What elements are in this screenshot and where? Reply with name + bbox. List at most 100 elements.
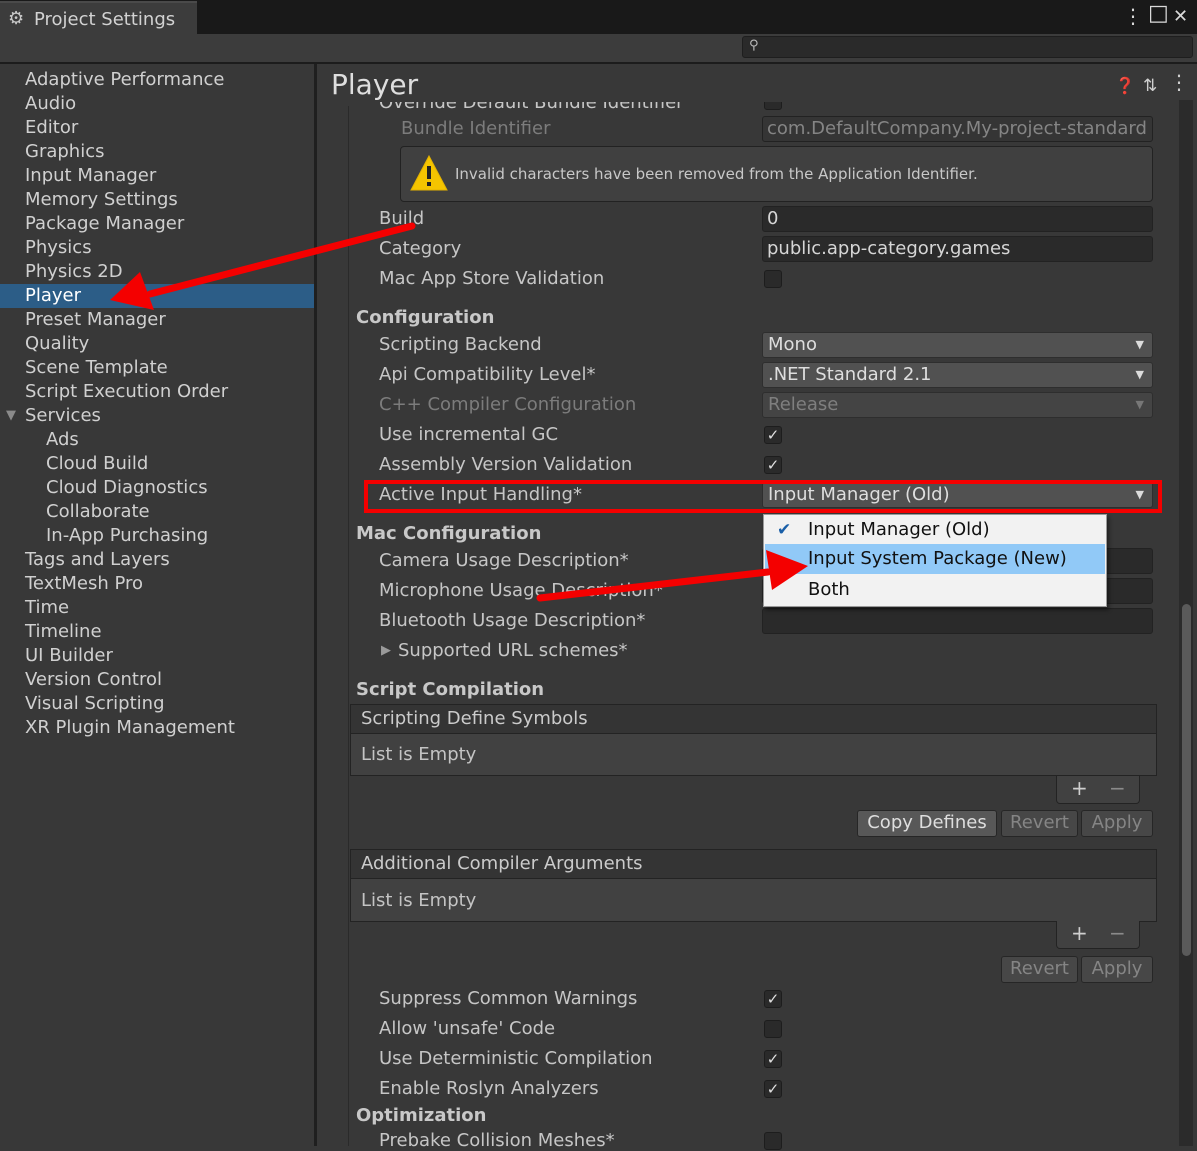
deterministic-compilation-checkbox[interactable]: ✓ [764,1050,782,1068]
sidebar-item-label: Ads [46,429,79,450]
sidebar-item-version-control[interactable]: Version Control [0,668,314,692]
cpp-compiler-label: C++ Compiler Configuration [379,394,637,415]
configuration-header: Configuration [356,307,495,328]
add-icon[interactable]: + [1071,921,1088,945]
sidebar-item-player[interactable]: Player [0,284,314,308]
api-compatibility-dropdown[interactable]: .NET Standard 2.1 ▼ [762,362,1153,388]
checkmark-icon: ✔ [777,520,792,540]
sidebar-item-services[interactable]: ▼ Services [0,404,314,428]
project-settings-tab[interactable]: ⚙ Project Settings [0,1,197,34]
assembly-validation-label: Assembly Version Validation [379,454,633,475]
popup-option-both[interactable]: Both [765,575,1105,605]
popup-option-input-system-package-new[interactable]: Input System Package (New) [765,544,1105,574]
help-icon[interactable]: ❓ [1115,76,1135,95]
sidebar-item-label: Memory Settings [25,189,178,210]
compiler-args-list-header: Additional Compiler Arguments [350,849,1157,879]
sidebar-item-script-execution-order[interactable]: Script Execution Order [0,380,314,404]
sidebar-item-ads[interactable]: Ads [0,428,314,452]
unsafe-code-label: Allow 'unsafe' Code [379,1018,556,1039]
suppress-warnings-checkbox[interactable]: ✓ [764,990,782,1008]
sidebar-item-audio[interactable]: Audio [0,92,314,116]
scrollbar-thumb[interactable] [1182,604,1191,956]
highlight-box [364,480,1162,513]
sidebar-item-collaborate[interactable]: Collaborate [0,500,314,524]
build-field[interactable]: 0 [762,206,1153,232]
maximize-icon[interactable]: □ [1148,1,1169,26]
sidebar-item-physics[interactable]: Physics [0,236,314,260]
more-options-icon[interactable]: ⋮ [1169,70,1189,94]
warning-icon [410,154,448,191]
expand-triangle-icon[interactable]: ▼ [6,404,16,428]
sidebar-item-xr-plugin-management[interactable]: XR Plugin Management [0,716,314,740]
remove-icon[interactable]: − [1109,921,1126,945]
sidebar-item-textmesh-pro[interactable]: TextMesh Pro [0,572,314,596]
category-label: Category [379,238,462,259]
sidebar-item-preset-manager[interactable]: Preset Manager [0,308,314,332]
url-schemes-foldout[interactable]: Supported URL schemes* [398,640,628,661]
incremental-gc-checkbox[interactable]: ✓ [764,426,782,444]
sidebar-item-label: Time [25,597,70,618]
sidebar-item-adaptive-performance[interactable]: Adaptive Performance [0,68,314,92]
close-icon[interactable]: ✕ [1173,6,1188,27]
copy-defines-button[interactable]: Copy Defines [857,810,997,837]
scripting-backend-dropdown[interactable]: Mono ▼ [762,332,1153,358]
sidebar-item-label: Graphics [25,141,105,162]
sidebar-item-label: Input Manager [25,165,157,186]
sidebar-item-scene-template[interactable]: Scene Template [0,356,314,380]
sidebar-item-input-manager[interactable]: Input Manager [0,164,314,188]
deterministic-compilation-label: Use Deterministic Compilation [379,1048,653,1069]
unsafe-code-checkbox[interactable] [764,1020,782,1038]
sidebar-item-in-app-purchasing[interactable]: In-App Purchasing [0,524,314,548]
script-compilation-header: Script Compilation [356,679,545,700]
popup-option-input-manager-old[interactable]: ✔ Input Manager (Old) [765,515,1105,545]
define-symbols-list-header: Scripting Define Symbols [350,704,1157,734]
microphone-usage-label: Microphone Usage Description* [379,580,663,601]
roslyn-analyzers-checkbox[interactable]: ✓ [764,1080,782,1098]
sidebar-item-label: Tags and Layers [25,549,170,570]
sidebar-item-label: Editor [25,117,79,138]
chevron-down-icon: ▼ [1135,368,1144,381]
sidebar-item-timeline[interactable]: Timeline [0,620,314,644]
sidebar-item-graphics[interactable]: Graphics [0,140,314,164]
sidebar-item-cloud-build[interactable]: Cloud Build [0,452,314,476]
sidebar-item-label: Audio [25,93,77,114]
add-icon[interactable]: + [1071,776,1088,800]
apply-button[interactable]: Apply [1081,956,1153,983]
prebake-collision-checkbox[interactable] [764,1132,782,1150]
chevron-down-icon: ▼ [1135,338,1144,351]
more-options-icon[interactable]: ⋮ [1123,4,1143,28]
sidebar-item-memory-settings[interactable]: Memory Settings [0,188,314,212]
sidebar-item-label: Quality [25,333,90,354]
prebake-collision-label: Prebake Collision Meshes* [379,1130,615,1151]
sidebar-item-package-manager[interactable]: Package Manager [0,212,314,236]
mac-app-store-validation-checkbox[interactable] [764,270,782,288]
incremental-gc-label: Use incremental GC [379,424,559,445]
search-input[interactable]: ⚲ [742,36,1193,58]
assembly-validation-checkbox[interactable]: ✓ [764,456,782,474]
mac-configuration-header: Mac Configuration [356,523,542,544]
bluetooth-usage-field[interactable] [762,608,1153,634]
revert-button[interactable]: Revert [1001,810,1078,837]
sidebar-item-label: Services [25,405,101,426]
scripting-backend-label: Scripting Backend [379,334,542,355]
build-label: Build [379,208,425,229]
presets-icon[interactable]: ⇅ [1143,76,1157,96]
bundle-identifier-field[interactable]: com.DefaultCompany.My-project-standard [762,116,1153,142]
tab-title: Project Settings [34,9,176,30]
list-controls: + − [1056,921,1140,949]
remove-icon[interactable]: − [1109,776,1126,800]
sidebar-item-physics-2d[interactable]: Physics 2D [0,260,314,284]
sidebar-item-time[interactable]: Time [0,596,314,620]
category-field[interactable]: public.app-category.games [762,236,1153,262]
sidebar-item-tags-and-layers[interactable]: Tags and Layers [0,548,314,572]
apply-button[interactable]: Apply [1081,810,1153,837]
sidebar-item-label: Script Execution Order [25,381,229,402]
sidebar-item-label: UI Builder [25,645,113,666]
sidebar-item-cloud-diagnostics[interactable]: Cloud Diagnostics [0,476,314,500]
sidebar-item-quality[interactable]: Quality [0,332,314,356]
sidebar-item-editor[interactable]: Editor [0,116,314,140]
sidebar-item-visual-scripting[interactable]: Visual Scripting [0,692,314,716]
revert-button[interactable]: Revert [1001,956,1078,983]
sidebar-item-ui-builder[interactable]: UI Builder [0,644,314,668]
caret-right-icon[interactable]: ▶ [381,643,391,658]
